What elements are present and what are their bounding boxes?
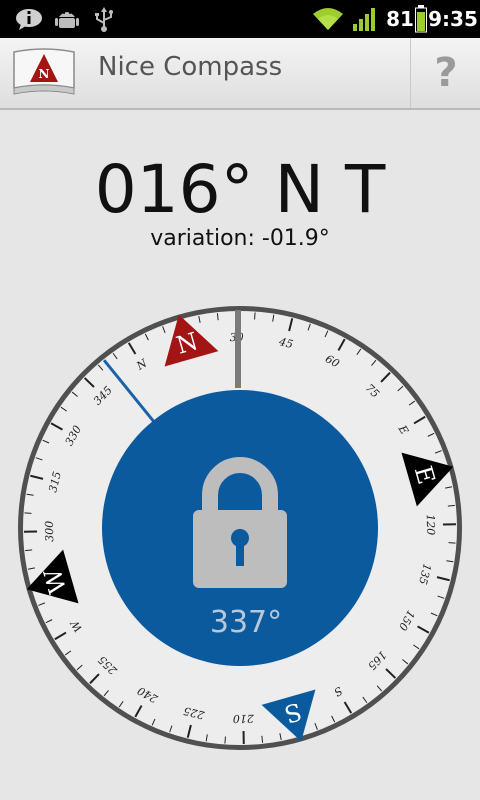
app-icon[interactable]: N xyxy=(12,48,76,98)
wifi-icon xyxy=(312,0,344,38)
heading-readout: 016° N T xyxy=(94,151,386,228)
usb-icon xyxy=(92,0,116,38)
help-button[interactable]: ? xyxy=(412,38,480,108)
android-debug-icon xyxy=(52,0,82,38)
lock-bearing-readout: 337° xyxy=(210,605,282,640)
variation-readout: variation: -01.9° xyxy=(150,226,330,251)
app-icon-letter: N xyxy=(39,67,50,81)
app-title: Nice Compass xyxy=(98,52,283,82)
signal-icon xyxy=(352,0,380,38)
dial-label: 300 xyxy=(43,521,56,542)
battery-icon xyxy=(414,0,428,38)
dial-label: 120 xyxy=(424,514,437,535)
compass-dial[interactable]: 30456075E120135150165S210225240255W30031… xyxy=(0,290,480,760)
battery-level: 81 xyxy=(386,7,414,31)
lubber-line xyxy=(235,310,241,388)
status-time: 9:35 xyxy=(428,7,478,31)
dial-label: 210 xyxy=(233,712,255,725)
action-bar-divider xyxy=(410,38,411,108)
info-icon xyxy=(14,0,44,38)
action-bar: N Nice Compass ? xyxy=(0,38,480,110)
status-bar: 81 9:35 xyxy=(0,0,480,38)
